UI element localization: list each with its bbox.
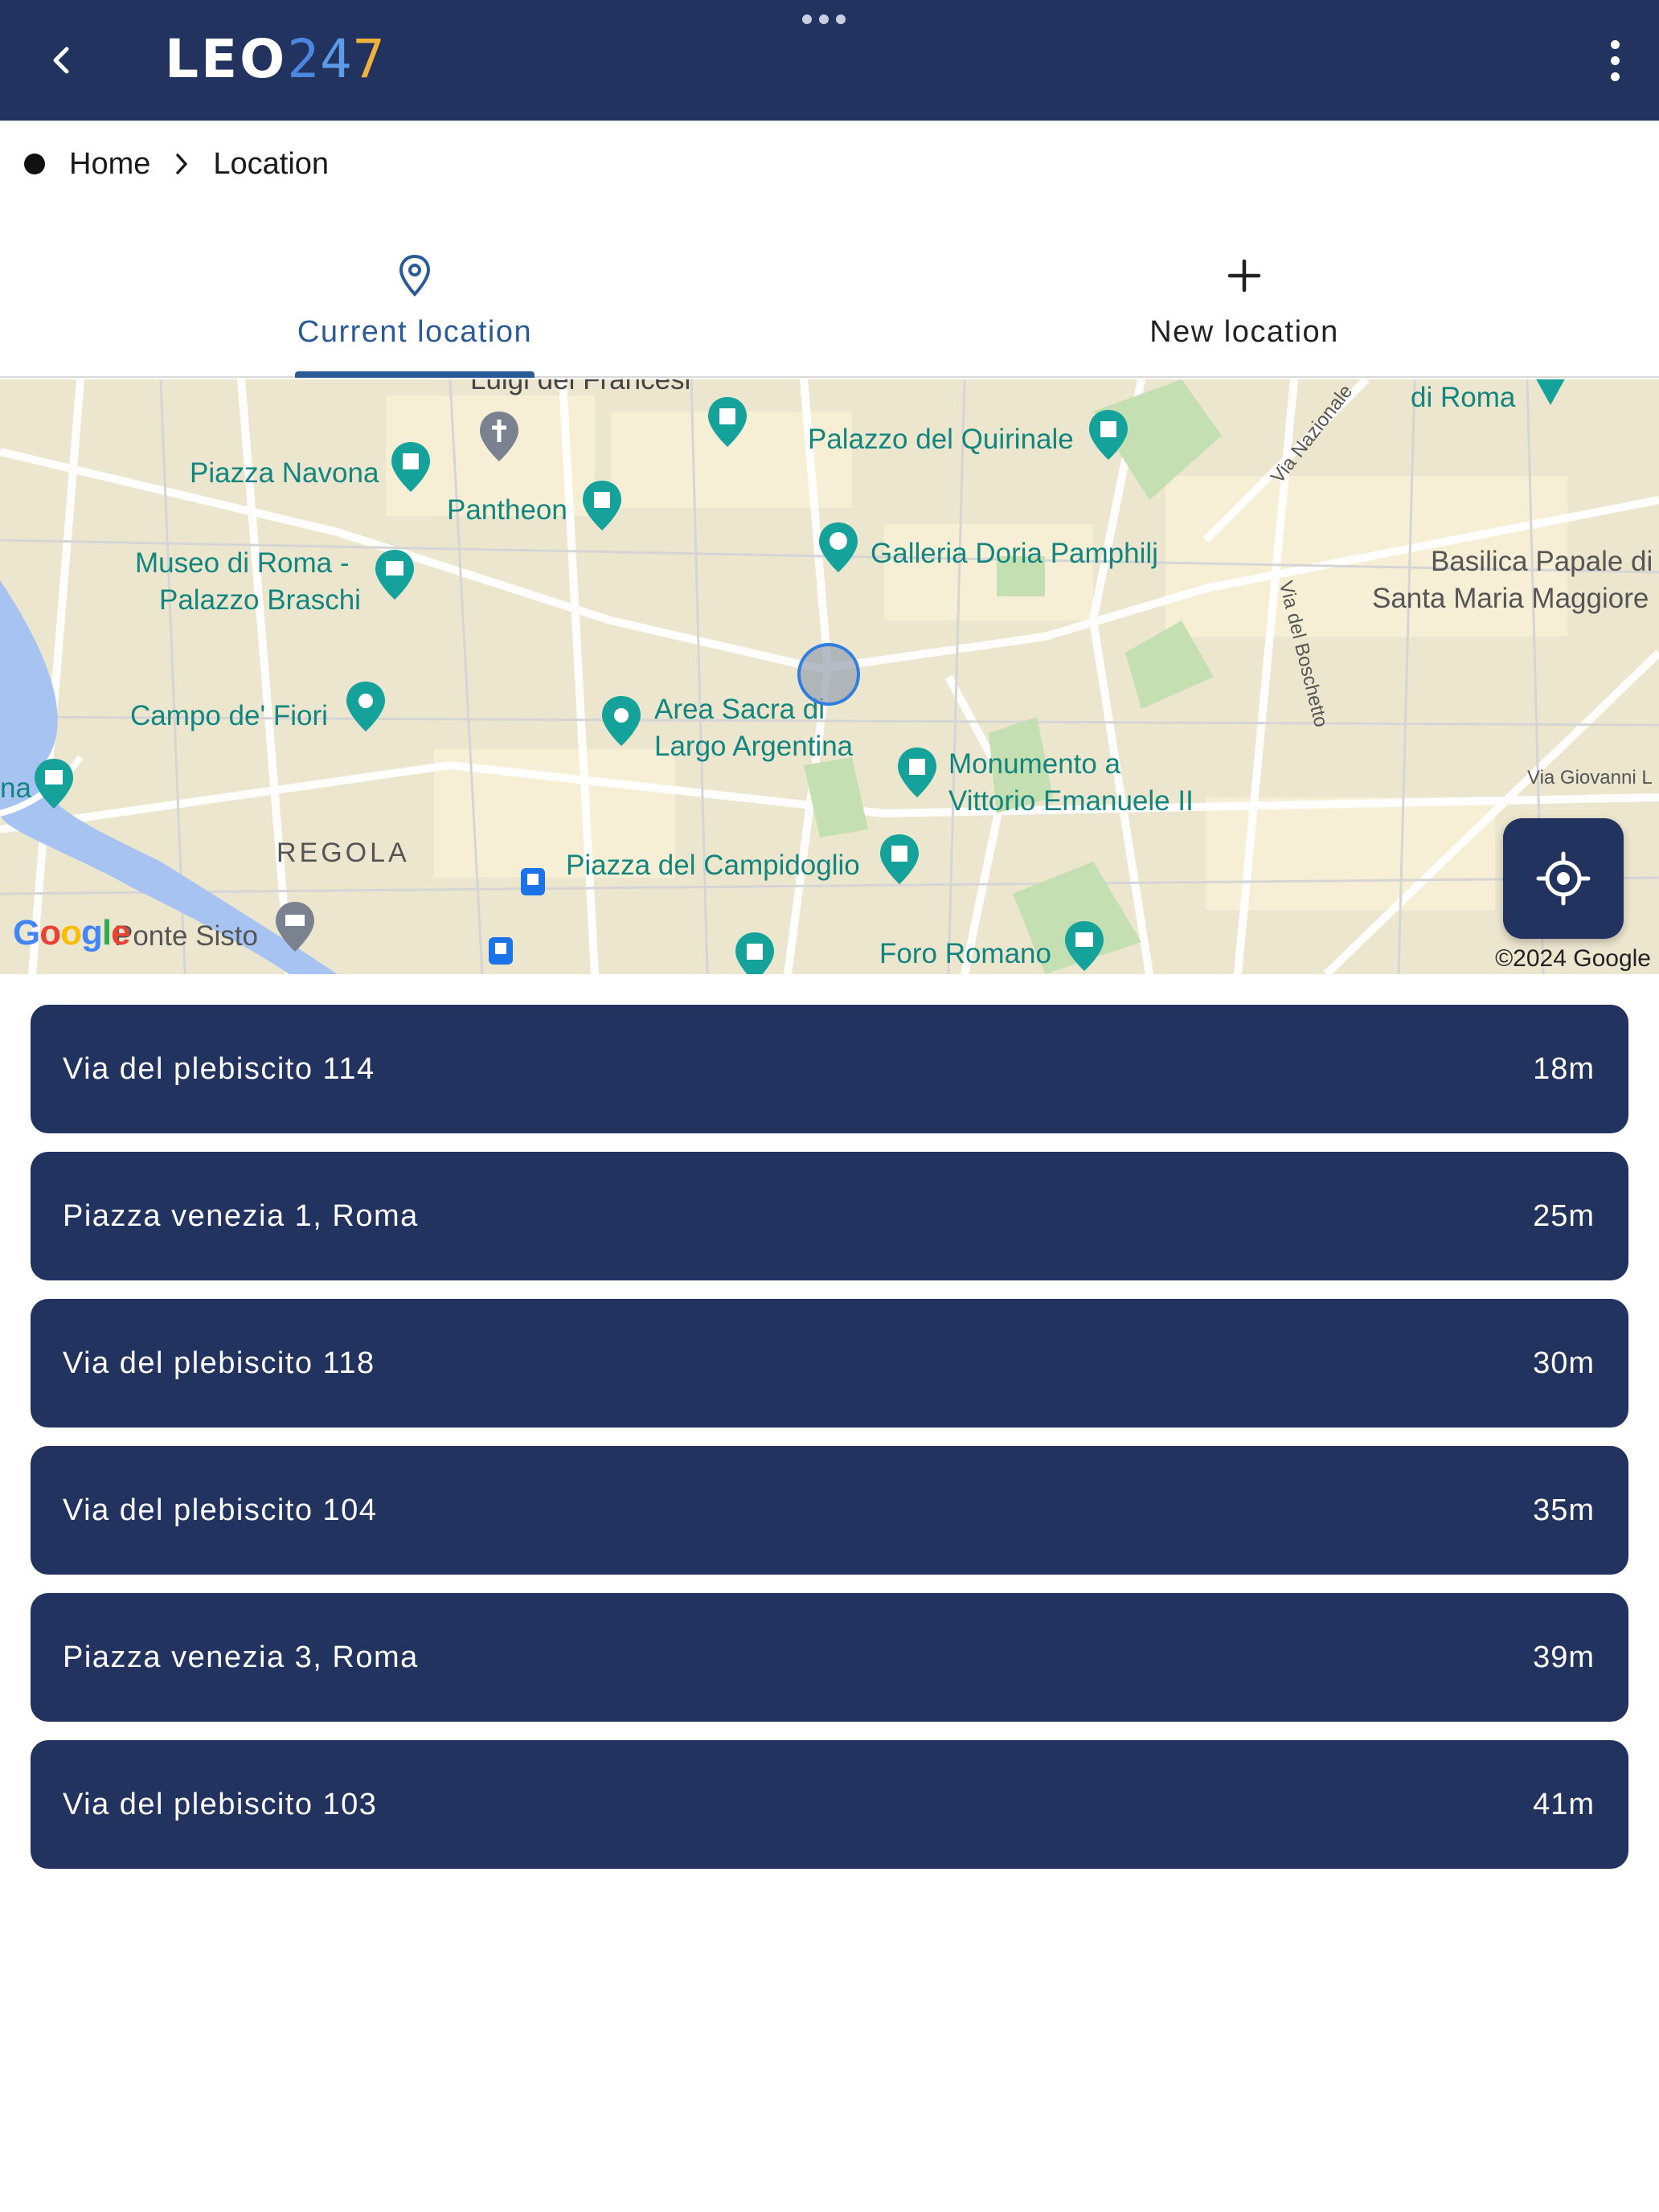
location-distance: 41m: [1533, 1787, 1595, 1821]
active-tab-indicator: [295, 371, 535, 378]
tab-new-location[interactable]: New location: [830, 233, 1659, 376]
museum-pin-icon: [375, 550, 414, 600]
poi-label: di Roma: [1411, 382, 1516, 413]
plus-icon: [1225, 251, 1264, 301]
district-label: REGOLA: [276, 838, 410, 868]
location-distance: 25m: [1533, 1198, 1595, 1233]
crosshair-icon: [1536, 851, 1591, 906]
gallery-pin-icon: [819, 522, 858, 572]
poi-label[interactable]: Foro Romano: [879, 936, 1051, 973]
recenter-location-button[interactable]: [1503, 818, 1624, 939]
poi-label[interactable]: Campo de' Fiori: [130, 698, 328, 735]
poi-label[interactable]: Largo Argentina: [654, 728, 853, 765]
landmark-pin-icon: [1536, 379, 1565, 405]
landmark-pin-icon: [735, 932, 774, 974]
location-tabs: Current location New location: [0, 233, 1659, 378]
google-logo: Google: [13, 913, 131, 952]
location-item[interactable]: Piazza venezia 3, Roma 39m: [31, 1593, 1628, 1722]
poi-label: Ponte Sisto: [114, 920, 258, 952]
breadcrumb-dot-icon: [24, 154, 45, 174]
app-bar: LEO 2 4 7: [0, 0, 1659, 121]
tab-label: New location: [1149, 315, 1339, 349]
multitask-handle[interactable]: [802, 14, 846, 24]
landmark-pin-icon: [1089, 410, 1128, 460]
landmark-pin-icon: [583, 481, 621, 530]
chevron-left-icon: [53, 47, 69, 74]
bus-stop-icon: [489, 937, 513, 965]
poi-label[interactable]: Vittorio Emanuele II: [948, 783, 1194, 820]
poi-label: Basilica Papale di: [1431, 546, 1653, 577]
poi-label[interactable]: Area Sacra di: [654, 691, 825, 728]
map-copyright: ©2024 Google: [1495, 945, 1651, 972]
breadcrumb-current: Location: [213, 146, 330, 181]
bus-stop-icon: [521, 868, 545, 895]
location-distance: 30m: [1533, 1346, 1595, 1380]
camera-pin-icon: [602, 696, 641, 746]
logo-digit-2: 2: [287, 28, 320, 90]
poi-label: na: [0, 772, 31, 804]
poi-label[interactable]: Palazzo del Quirinale: [808, 421, 1074, 458]
poi-label[interactable]: Palazzo Braschi: [159, 582, 361, 619]
poi-label: Santa Maria Maggiore: [1372, 583, 1649, 614]
poi-label[interactable]: Piazza Navona: [190, 455, 379, 492]
back-button[interactable]: [32, 32, 88, 88]
poi-label[interactable]: Monumento a: [948, 746, 1120, 783]
map-pin-icon: [397, 251, 432, 301]
location-address: Via del plebiscito 104: [63, 1493, 378, 1527]
breadcrumb: Home Location: [24, 141, 329, 186]
location-distance: 35m: [1533, 1493, 1595, 1527]
location-address: Via del plebiscito 114: [63, 1051, 375, 1086]
poi-label[interactable]: Galleria Doria Pamphilj: [870, 535, 1158, 572]
location-distance: 18m: [1533, 1051, 1595, 1086]
location-distance: 39m: [1533, 1640, 1595, 1674]
nearby-locations-list: Via del plebiscito 114 18m Piazza venezi…: [31, 1005, 1628, 1887]
church-pin-icon: [480, 412, 518, 461]
poi-label: Luigi dei Francesi: [470, 379, 691, 395]
location-item[interactable]: Via del plebiscito 114 18m: [31, 1005, 1628, 1133]
logo-digit-4: 4: [320, 28, 353, 90]
landmark-pin-icon: [708, 397, 747, 447]
poi-label[interactable]: Museo di Roma -: [135, 545, 349, 582]
breadcrumb-home[interactable]: Home: [69, 147, 150, 182]
location-address: Via del plebiscito 118: [63, 1346, 375, 1380]
location-item[interactable]: Via del plebiscito 104 35m: [31, 1446, 1628, 1575]
tab-current-location[interactable]: Current location: [0, 233, 830, 378]
chevron-right-icon: [173, 151, 190, 177]
app-logo: LEO 2 4 7: [165, 28, 386, 90]
bridge-pin-icon: [276, 902, 314, 952]
location-item[interactable]: Piazza venezia 1, Roma 25m: [31, 1152, 1628, 1280]
logo-text: LEO: [165, 28, 288, 90]
poi-label[interactable]: Pantheon: [447, 492, 567, 529]
landmark-pin-icon: [880, 834, 919, 884]
current-position-marker: [797, 643, 860, 706]
location-address: Piazza venezia 1, Roma: [63, 1198, 419, 1233]
street-label: Via Giovanni L: [1527, 767, 1653, 789]
museum-pin-icon: [1065, 921, 1104, 971]
poi-label[interactable]: Piazza del Campidoglio: [566, 847, 860, 884]
museum-pin-icon: [35, 759, 73, 809]
location-address: Via del plebiscito 103: [63, 1787, 378, 1821]
location-item[interactable]: Via del plebiscito 118 30m: [31, 1299, 1628, 1428]
more-options-button[interactable]: [1587, 28, 1643, 92]
landmark-pin-icon: [391, 442, 430, 492]
logo-digit-7: 7: [352, 28, 386, 90]
camera-pin-icon: [346, 682, 385, 731]
map-view[interactable]: Luigi dei Francesi Palazzo del Quirinale…: [0, 379, 1659, 974]
location-address: Piazza venezia 3, Roma: [63, 1640, 419, 1674]
landmark-pin-icon: [898, 748, 936, 797]
tab-label: Current location: [297, 315, 533, 349]
location-item[interactable]: Via del plebiscito 103 41m: [31, 1740, 1628, 1869]
